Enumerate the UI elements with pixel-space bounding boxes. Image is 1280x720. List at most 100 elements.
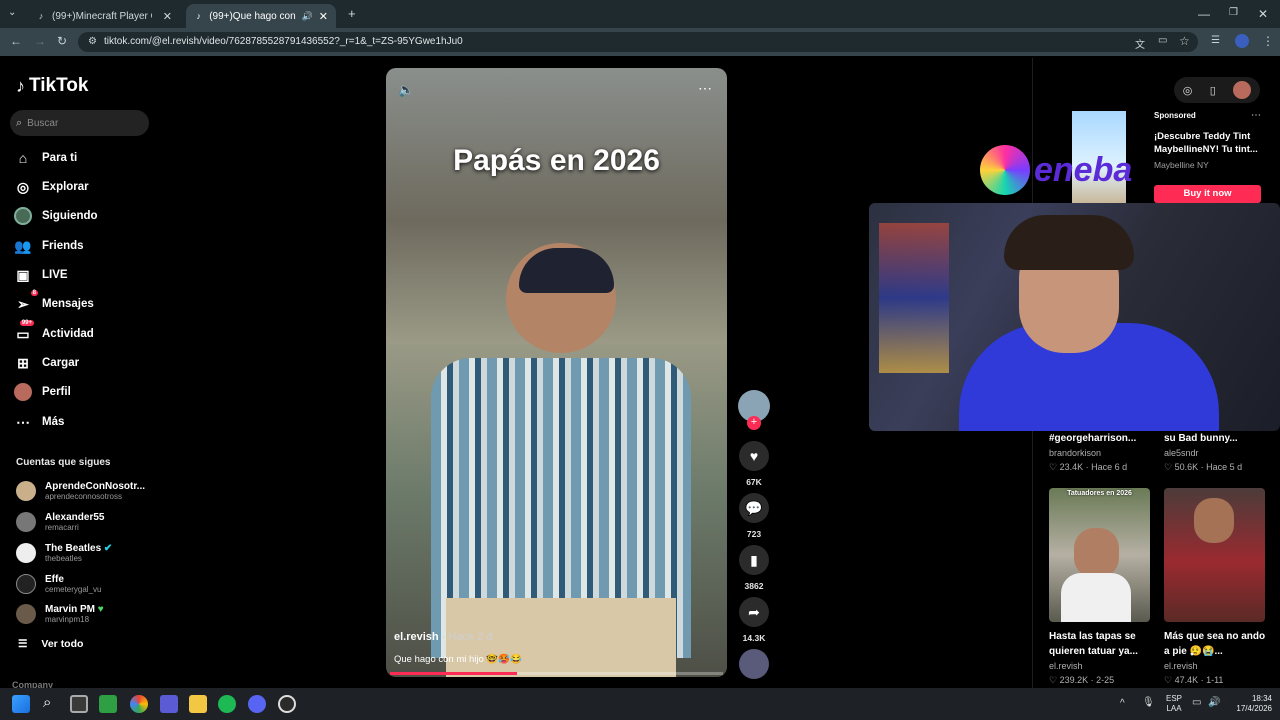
- card-author[interactable]: el.revish: [1049, 661, 1083, 671]
- like-button[interactable]: ♥ 67K: [738, 441, 770, 487]
- bookmark-star-icon[interactable]: ☆: [1179, 34, 1190, 48]
- friends-icon: 👥: [14, 237, 32, 254]
- mic-icon[interactable]: 🎙: [1142, 697, 1155, 708]
- nav-live[interactable]: ▣ LIVE: [14, 266, 67, 284]
- nav-perfil[interactable]: Perfil: [14, 383, 71, 401]
- list-icon: ☰: [18, 638, 28, 650]
- following-item[interactable]: The Beatles ✔ thebeatles: [16, 543, 112, 563]
- discord-icon[interactable]: [248, 695, 266, 713]
- card-thumbnail[interactable]: Tatuadores en 2026: [1049, 488, 1150, 622]
- video-caption: Que hago con mi hijo 🤓🥵😂: [394, 654, 522, 665]
- new-tab-button[interactable]: +: [348, 6, 356, 21]
- url-text[interactable]: tiktok.com/@el.revish/video/762878552879…: [104, 36, 463, 47]
- author-avatar-button[interactable]: +: [738, 390, 770, 430]
- profile-avatar-icon[interactable]: [1235, 34, 1249, 48]
- app-icon[interactable]: [160, 695, 178, 713]
- nav-friends[interactable]: 👥 Friends: [14, 237, 83, 255]
- restore-button[interactable]: ❐: [1229, 7, 1238, 18]
- forward-icon[interactable]: →: [34, 34, 46, 48]
- tiktok-logo[interactable]: ♪ TikTok: [16, 75, 88, 97]
- tab-list-icon[interactable]: ⌄: [8, 7, 16, 18]
- tab-minecraft[interactable]: ♪ (99+)Minecraft Player Confused ✕: [28, 4, 180, 28]
- nav-explorar[interactable]: ◎ Explorar: [14, 178, 89, 196]
- translate-icon[interactable]: 文: [1135, 36, 1145, 51]
- taskbar-search-icon[interactable]: ⌕: [43, 694, 51, 711]
- ad-more-icon[interactable]: ⋯: [1251, 110, 1261, 121]
- file-explorer-icon[interactable]: [189, 695, 207, 713]
- task-view-icon[interactable]: [70, 695, 88, 713]
- user-avatar[interactable]: [1233, 81, 1252, 99]
- card-title[interactable]: Más que sea no ando a pie 😮‍💨😭...: [1164, 629, 1269, 659]
- ad-title[interactable]: ¡Descubre Teddy Tint MaybellineNY! Tu ti…: [1154, 130, 1262, 156]
- video-more-icon[interactable]: ⋯: [698, 80, 712, 97]
- search-input[interactable]: ⌕ Buscar: [10, 110, 149, 136]
- nav-mas[interactable]: ⋯ Más: [14, 413, 64, 431]
- nav-mensajes[interactable]: ➢ 8 Mensajes: [14, 290, 94, 313]
- tiktok-note-icon: ♪: [16, 75, 25, 96]
- following-item[interactable]: AprendeConNosotr... aprendeconnosotross: [16, 481, 145, 501]
- following-item[interactable]: Effe cemeterygal_vu: [16, 574, 101, 594]
- volume-icon[interactable]: 🔊: [1208, 697, 1220, 708]
- card-title[interactable]: Hasta las tapas se quieren tatuar ya...: [1049, 629, 1154, 659]
- video-player[interactable]: 🔈 ⋯ Papás en 2026 el.revish · Hace 2 d Q…: [386, 68, 727, 677]
- following-item[interactable]: Marvin PM ♥ marvinpm18: [16, 604, 104, 624]
- comment-icon: 💬: [739, 493, 769, 523]
- chrome-icon[interactable]: [130, 695, 148, 713]
- minimize-button[interactable]: —: [1198, 7, 1210, 21]
- top-right-actions: ◎ ▯: [1174, 77, 1260, 103]
- card-author[interactable]: el.revish: [1164, 661, 1198, 671]
- card-title[interactable]: su Bad bunny...: [1164, 433, 1238, 444]
- compass-icon: ◎: [16, 178, 30, 195]
- close-tab-icon[interactable]: ✕: [319, 10, 328, 23]
- minecraft-icon[interactable]: [99, 695, 117, 713]
- site-info-icon[interactable]: ⚙: [88, 36, 97, 47]
- card-stat: ♡ 50.6K · Hace 5 d: [1164, 462, 1243, 472]
- back-icon[interactable]: ←: [10, 34, 22, 48]
- tray-chevron-icon[interactable]: ^: [1120, 698, 1125, 709]
- share-button[interactable]: ➦ 14.3K: [738, 597, 770, 643]
- save-button[interactable]: ▮ 3862: [738, 545, 770, 591]
- audio-playing-icon[interactable]: 🔊: [302, 11, 313, 22]
- card-author[interactable]: ale5sndr: [1164, 448, 1199, 458]
- card-thumbnail[interactable]: [1164, 488, 1265, 622]
- ad-brand: Maybelline NY: [1154, 160, 1209, 170]
- spotify-icon[interactable]: [218, 695, 236, 713]
- language-indicator[interactable]: ESP LAA: [1163, 694, 1185, 714]
- windows-start-icon[interactable]: [12, 695, 30, 713]
- close-tab-icon[interactable]: ✕: [163, 10, 172, 23]
- obs-icon[interactable]: [278, 695, 296, 713]
- nav-siguiendo[interactable]: Siguiendo: [14, 207, 98, 225]
- reading-list-icon[interactable]: ☰: [1211, 35, 1220, 46]
- browser-menu-icon[interactable]: ⋮: [1262, 34, 1274, 48]
- mute-icon[interactable]: 🔈: [398, 82, 414, 98]
- ad-cta-button[interactable]: Buy it now: [1154, 185, 1261, 203]
- follow-plus-icon[interactable]: +: [747, 416, 761, 430]
- comment-button[interactable]: 💬 723: [738, 493, 770, 539]
- music-disc-button[interactable]: [738, 649, 770, 679]
- device-icon[interactable]: ▯: [1210, 84, 1216, 97]
- card-author[interactable]: brandorkison: [1049, 448, 1101, 458]
- bookmark-icon: ▮: [739, 545, 769, 575]
- network-icon[interactable]: ▭: [1192, 697, 1201, 708]
- reload-icon[interactable]: ↻: [57, 34, 67, 48]
- tab-current-video[interactable]: ♪ (99+)Que hago con mi hijo 🔊 ✕: [186, 4, 336, 28]
- nav-para-ti[interactable]: ⌂ Para ti: [14, 149, 77, 167]
- see-all-link[interactable]: ☰ Ver todo: [18, 638, 83, 650]
- following-item[interactable]: Alexander55 remacarri: [16, 512, 104, 532]
- window-close-button[interactable]: ✕: [1258, 7, 1268, 21]
- upload-icon: ⊞: [17, 354, 29, 371]
- clock[interactable]: 18:34 17/4/2026: [1228, 694, 1272, 714]
- cam-poster: [879, 223, 949, 373]
- cast-icon[interactable]: ▭: [1158, 35, 1167, 46]
- avatar: [16, 512, 36, 532]
- video-overlay-title: Papás en 2026: [453, 144, 660, 177]
- card-title[interactable]: #georgeharrison...: [1049, 433, 1136, 444]
- nav-actividad[interactable]: ▭ 99+ Actividad: [14, 320, 94, 343]
- nav-cargar[interactable]: ⊞ Cargar: [14, 354, 79, 372]
- music-disc-icon: [739, 649, 769, 679]
- coin-icon[interactable]: ◎: [1183, 84, 1193, 97]
- avatar: [16, 543, 36, 563]
- video-author[interactable]: el.revish · Hace 2 d: [394, 631, 492, 643]
- search-icon: ⌕: [16, 116, 23, 129]
- activity-badge: 99+: [19, 320, 34, 326]
